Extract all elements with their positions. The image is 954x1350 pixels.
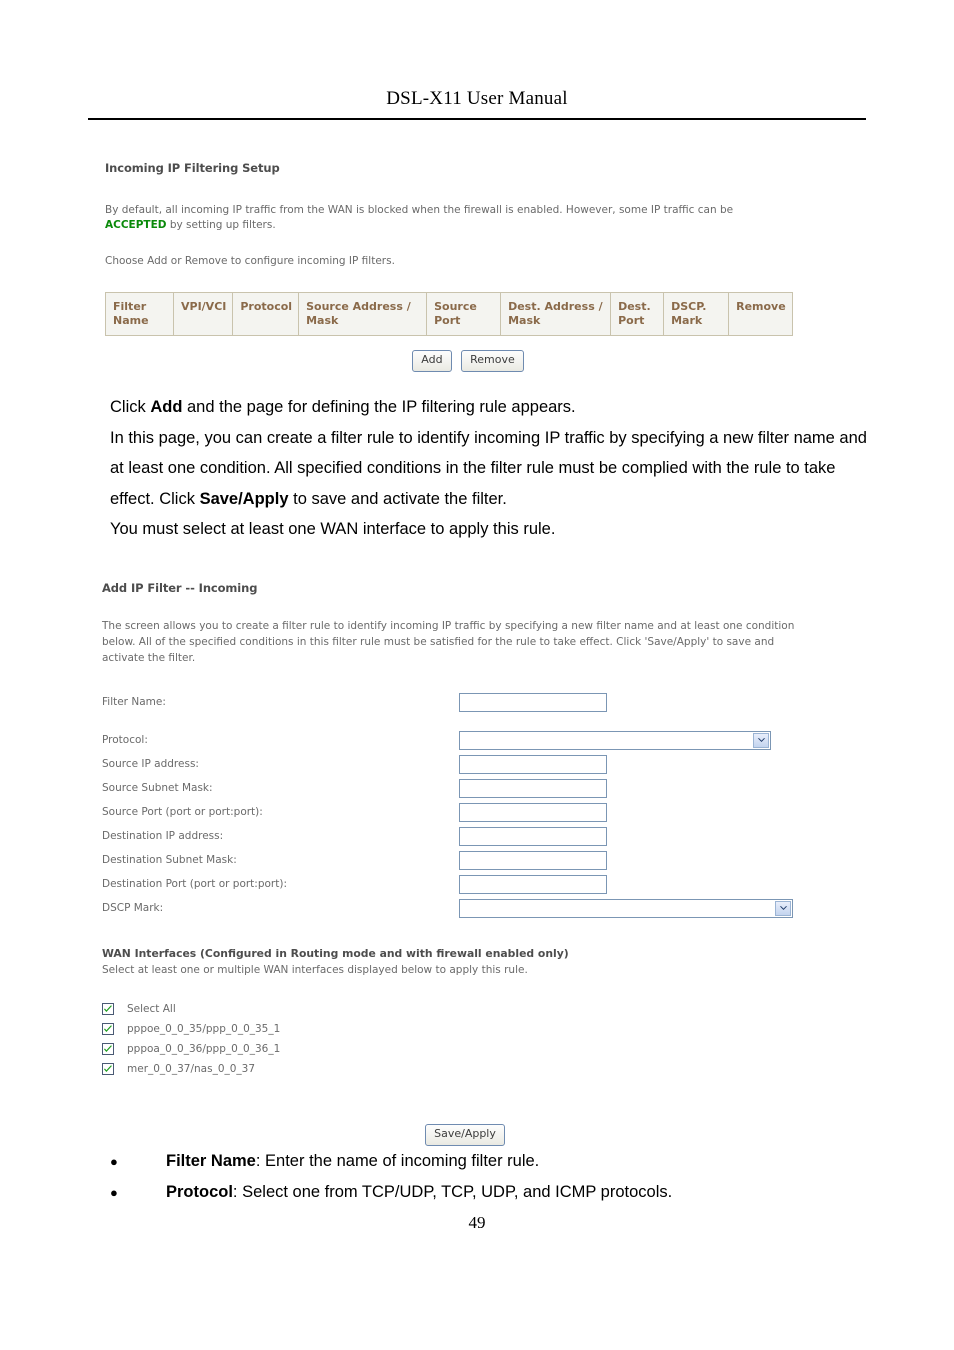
source-subnet-mask-input[interactable] <box>459 779 607 799</box>
form-spacer <box>102 715 862 729</box>
column-vpi-vci: VPI/VCI <box>172 291 234 337</box>
document-header: DSL-X11 User Manual <box>88 88 866 110</box>
checkbox-checked-icon[interactable] <box>102 1063 114 1076</box>
destination-ip-label: Destination IP address: <box>102 829 224 842</box>
bullet-description: : Select one from TCP/UDP, TCP, UDP, and… <box>232 1183 673 1201</box>
field-description-list: ● Filter Name: Enter the name of incomin… <box>110 1146 870 1208</box>
destination-subnet-mask-input[interactable] <box>459 851 607 871</box>
checkbox-checked-icon[interactable] <box>102 1003 114 1016</box>
bullet-text: Filter Name: Enter the name of incoming … <box>166 1146 539 1177</box>
save-apply-button-row: Save/Apply <box>102 1124 828 1147</box>
protocol-label: Protocol: <box>102 733 148 746</box>
header-divider <box>88 118 866 120</box>
wan-checkbox-row-pppoa[interactable]: pppoa_0_0_36/ppp_0_0_36_1 <box>102 1039 862 1059</box>
add-ip-filter-screenshot: Add IP Filter -- Incoming The screen all… <box>102 580 862 1147</box>
destination-port-label: Destination Port (port or port:port): <box>102 877 287 890</box>
add-filter-form: Filter Name: Protocol: Source IP address… <box>102 691 862 921</box>
field-row-dest-ip: Destination IP address: <box>102 825 862 849</box>
incoming-filter-heading: Incoming IP Filtering Setup <box>105 161 280 175</box>
column-dscp-mark: DSCP. Mark <box>663 291 730 337</box>
source-subnet-mask-label: Source Subnet Mask: <box>102 781 213 794</box>
checkbox-checked-icon[interactable] <box>102 1043 114 1056</box>
column-protocol: Protocol <box>232 291 300 337</box>
document-title: DSL-X11 User Manual <box>386 88 568 109</box>
dscp-mark-label: DSCP Mark: <box>102 901 164 914</box>
bullet-marker-icon: ● <box>110 1154 118 1169</box>
destination-ip-input[interactable] <box>459 827 607 847</box>
source-ip-input[interactable] <box>459 755 607 775</box>
wan-checkbox-row-pppoe[interactable]: pppoe_0_0_35/ppp_0_0_35_1 <box>102 1019 862 1039</box>
wan-interface-label: Select All <box>127 1002 176 1015</box>
protocol-select[interactable] <box>459 731 771 751</box>
filter-name-label: Filter Name: <box>102 695 166 708</box>
body-line2-post: to save and activate the filter. <box>288 489 507 508</box>
chevron-down-icon[interactable] <box>753 733 769 749</box>
chevron-down-icon[interactable] <box>775 901 791 917</box>
field-row-source-mask: Source Subnet Mask: <box>102 777 862 801</box>
field-row-filter-name: Filter Name: <box>102 691 862 715</box>
table-action-buttons: Add Remove <box>105 350 831 373</box>
field-row-source-port: Source Port (port or port:port): <box>102 801 862 825</box>
column-dest-address-mask: Dest. Address / Mask <box>500 291 612 337</box>
wan-interface-label: mer_0_0_37/nas_0_0_37 <box>127 1062 256 1075</box>
destination-subnet-mask-label: Destination Subnet Mask: <box>102 853 237 866</box>
column-remove: Remove <box>728 291 793 337</box>
source-ip-label: Source IP address: <box>102 757 199 770</box>
column-source-port: Source Port <box>426 291 502 337</box>
incoming-ip-filtering-screenshot: Incoming IP Filtering Setup By default, … <box>105 160 845 373</box>
incoming-filter-table: Filter Name VPI/VCI Protocol Source Addr… <box>105 291 793 337</box>
field-row-dest-port: Destination Port (port or port:port): <box>102 873 862 897</box>
source-port-input[interactable] <box>459 803 607 823</box>
destination-port-input[interactable] <box>459 875 607 895</box>
wan-interface-list: Select All pppoe_0_0_35/ppp_0_0_35_1 ppp… <box>102 999 862 1079</box>
body-line1-pre: Click <box>110 398 151 416</box>
body-line1-bold: Add <box>150 398 183 416</box>
add-filter-intro: The screen allows you to create a filter… <box>102 619 795 664</box>
field-row-dscp-mark: DSCP Mark: <box>102 897 862 921</box>
source-port-label: Source Port (port or port:port): <box>102 805 263 818</box>
body-line1-post: and the page for defining the IP filteri… <box>182 398 576 416</box>
column-filter-name: Filter Name <box>105 291 174 337</box>
field-row-source-ip: Source IP address: <box>102 753 862 777</box>
column-dest-port: Dest. Port <box>610 291 665 337</box>
bullet-term: Protocol <box>166 1183 233 1201</box>
intro-text-before: By default, all incoming IP traffic from… <box>105 203 734 216</box>
add-button[interactable]: Add <box>412 350 452 373</box>
wan-interface-label: pppoe_0_0_35/ppp_0_0_35_1 <box>127 1022 281 1035</box>
wan-interfaces-subtitle: Select at least one or multiple WAN inte… <box>102 964 528 977</box>
column-source-address-mask: Source Address / Mask <box>298 291 428 337</box>
add-filter-heading: Add IP Filter -- Incoming <box>102 581 258 595</box>
dscp-mark-select[interactable] <box>459 899 793 919</box>
field-row-protocol: Protocol: <box>102 729 862 753</box>
bullet-marker-icon: ● <box>110 1185 118 1200</box>
choose-add-remove-text: Choose Add or Remove to configure incomi… <box>105 255 395 268</box>
manual-body-text: Click Add and the page for defining the … <box>110 392 870 545</box>
checkbox-checked-icon[interactable] <box>102 1023 114 1036</box>
wan-interface-label: pppoa_0_0_36/ppp_0_0_36_1 <box>127 1042 281 1055</box>
intro-text-after: by setting up filters. <box>169 219 276 232</box>
wan-interfaces-section: WAN Interfaces (Configured in Routing mo… <box>102 946 862 1080</box>
page-number: 49 <box>468 1213 486 1232</box>
list-item: ● Filter Name: Enter the name of incomin… <box>110 1146 870 1177</box>
save-apply-button[interactable]: Save/Apply <box>425 1124 505 1147</box>
wan-checkbox-row-mer[interactable]: mer_0_0_37/nas_0_0_37 <box>102 1059 862 1079</box>
accepted-highlight: ACCEPTED <box>105 219 167 232</box>
list-item: ● Protocol: Select one from TCP/UDP, TCP… <box>110 1177 870 1208</box>
incoming-filter-intro: By default, all incoming IP traffic from… <box>105 203 805 235</box>
remove-button[interactable]: Remove <box>461 350 524 373</box>
body-line3: You must select at least one WAN interfa… <box>110 520 556 538</box>
table-header-row: Filter Name VPI/VCI Protocol Source Addr… <box>105 291 793 337</box>
wan-checkbox-row-select-all[interactable]: Select All <box>102 999 862 1019</box>
bullet-text: Protocol: Select one from TCP/UDP, TCP, … <box>166 1177 672 1208</box>
filter-name-input[interactable] <box>459 693 607 713</box>
bullet-term: Filter Name <box>166 1152 256 1170</box>
wan-interfaces-title: WAN Interfaces (Configured in Routing mo… <box>102 946 569 960</box>
body-line2-bold: Save/Apply <box>199 489 289 508</box>
field-row-dest-mask: Destination Subnet Mask: <box>102 849 862 873</box>
bullet-description: : Enter the name of incoming filter rule… <box>255 1152 540 1170</box>
